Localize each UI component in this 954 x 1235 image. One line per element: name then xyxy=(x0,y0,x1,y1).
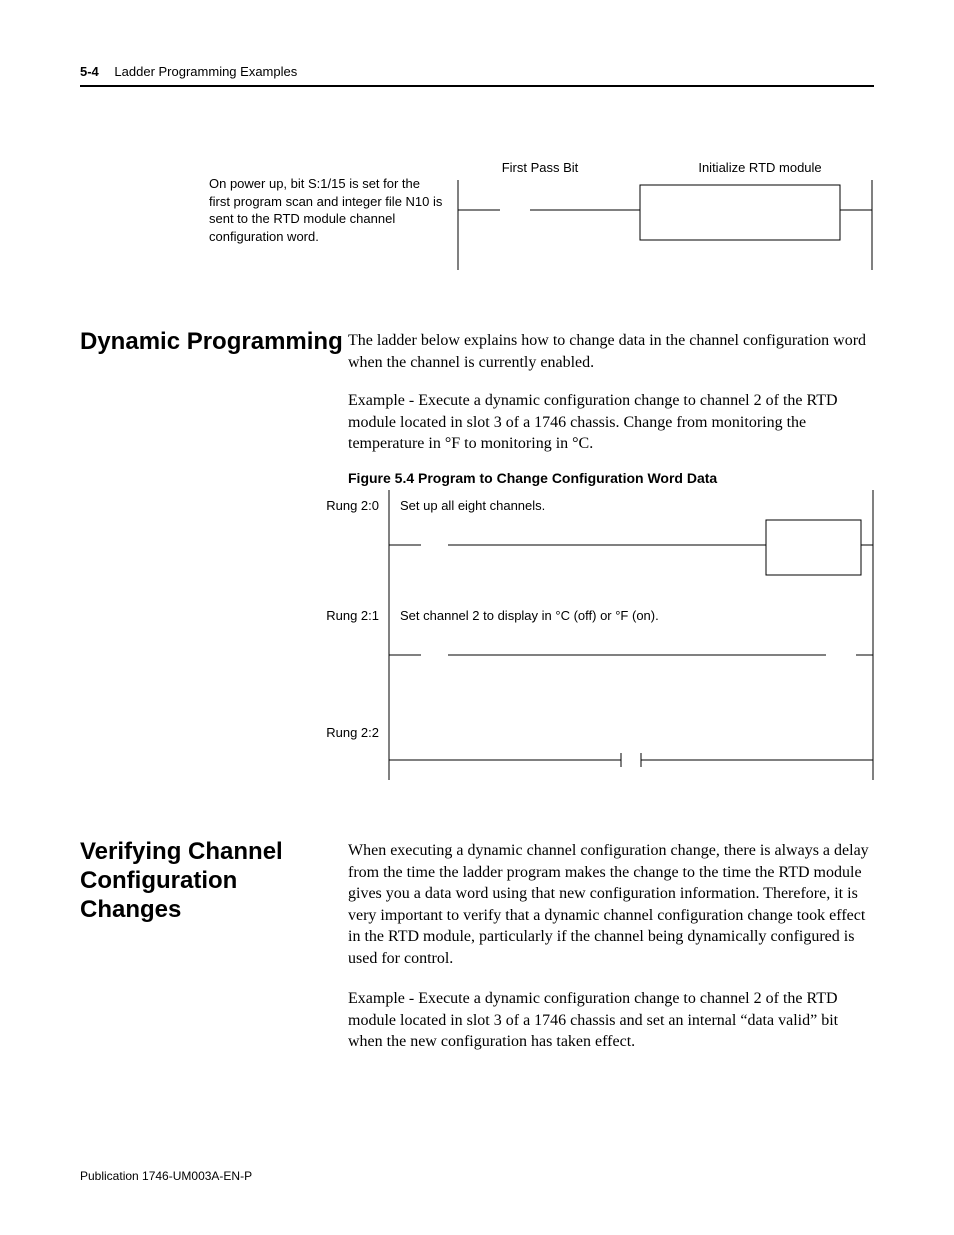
page-number: 5-4 xyxy=(80,64,99,79)
ladder-note: On power up, bit S:1/15 is set for the f… xyxy=(209,175,444,245)
verifying-p1: When executing a dynamic channel configu… xyxy=(348,840,874,970)
chapter-title: Ladder Programming Examples xyxy=(114,64,297,79)
first-pass-bit-label: First Pass Bit xyxy=(470,160,610,175)
ladder-diagram-top xyxy=(455,180,875,270)
verifying-p2: Example - Execute a dynamic configuratio… xyxy=(348,988,874,1053)
heading-verifying-changes: Verifying Channel Configuration Changes xyxy=(80,838,320,924)
publication-id: Publication 1746-UM003A-EN-P xyxy=(80,1169,252,1183)
ladder-diagram-rungs xyxy=(386,490,876,780)
figure-caption: Figure 5.4 Program to Change Configurati… xyxy=(348,470,717,486)
heading-dynamic-programming: Dynamic Programming xyxy=(80,328,343,356)
rung-0-label: Rung 2:0 xyxy=(323,498,379,513)
initialize-rtd-label: Initialize RTD module xyxy=(680,160,840,175)
dynamic-programming-p2: Example - Execute a dynamic configuratio… xyxy=(348,390,874,455)
rung-2-label: Rung 2:2 xyxy=(323,725,379,740)
rung-1-label: Rung 2:1 xyxy=(323,608,379,623)
page-header: 5-4 Ladder Programming Examples xyxy=(80,64,874,87)
dynamic-programming-p1: The ladder below explains how to change … xyxy=(348,330,874,373)
